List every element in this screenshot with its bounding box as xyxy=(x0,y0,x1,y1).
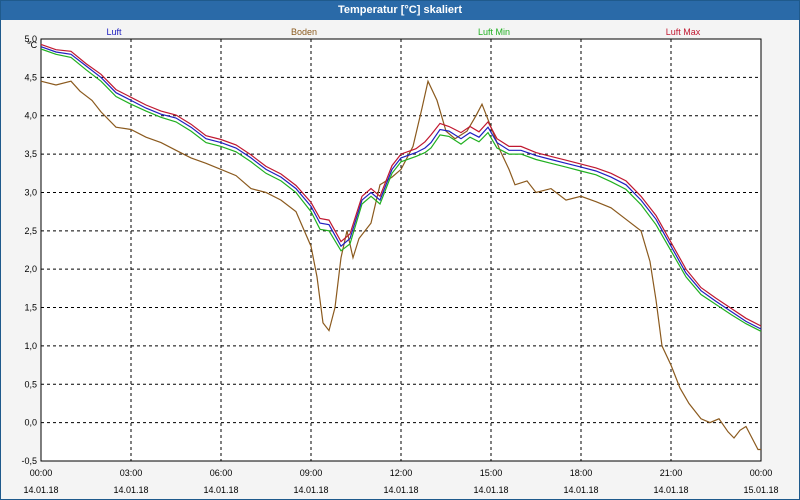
y-tick-label: 2,5 xyxy=(24,226,37,236)
y-axis-unit: °C xyxy=(27,40,38,50)
x-tick-date: 14.01.18 xyxy=(563,485,598,495)
y-tick-label: 3,5 xyxy=(24,149,37,159)
temperature-chart: 5,04,54,03,53,02,52,01,51,00,50,0-0,5°C0… xyxy=(21,27,778,495)
x-tick-date: 14.01.18 xyxy=(113,485,148,495)
chart-title: Temperatur [°C] skaliert xyxy=(1,1,799,20)
x-tick-time: 00:00 xyxy=(750,468,773,478)
x-tick-date: 14.01.18 xyxy=(203,485,238,495)
y-tick-label: 0,0 xyxy=(24,418,37,428)
y-tick-label: 4,5 xyxy=(24,72,37,82)
x-tick-date: 14.01.18 xyxy=(293,485,328,495)
legend-entry-boden: Boden xyxy=(291,27,317,37)
x-tick-time: 03:00 xyxy=(120,468,143,478)
y-tick-label: -0,5 xyxy=(21,456,37,466)
legend-entry-luft-max: Luft Max xyxy=(666,27,701,37)
legend-entry-luft: Luft xyxy=(106,27,122,37)
y-tick-label: 1,5 xyxy=(24,303,37,313)
x-tick-date: 15.01.18 xyxy=(743,485,778,495)
chart-window: Temperatur [°C] skaliert 5,0 4,5 4,0 3,5 3,0… xyxy=(0,0,800,500)
x-tick-time: 15:00 xyxy=(480,468,503,478)
x-tick-time: 06:00 xyxy=(210,468,233,478)
x-tick-time: 09:00 xyxy=(300,468,323,478)
y-tick-label: 1,0 xyxy=(24,341,37,351)
x-tick-date: 14.01.18 xyxy=(23,485,58,495)
x-tick-time: 12:00 xyxy=(390,468,413,478)
x-tick-time: 18:00 xyxy=(570,468,593,478)
x-tick-date: 14.01.18 xyxy=(653,485,688,495)
x-tick-time: 21:00 xyxy=(660,468,683,478)
y-tick-label: 0,5 xyxy=(24,379,37,389)
x-tick-time: 00:00 xyxy=(30,468,53,478)
x-tick-date: 14.01.18 xyxy=(473,485,508,495)
y-tick-label: 2,0 xyxy=(24,264,37,274)
y-tick-label: 3,0 xyxy=(24,187,37,197)
legend-entry-luft-min: Luft Min xyxy=(478,27,510,37)
x-tick-date: 14.01.18 xyxy=(383,485,418,495)
y-tick-label: 4,0 xyxy=(24,111,37,121)
